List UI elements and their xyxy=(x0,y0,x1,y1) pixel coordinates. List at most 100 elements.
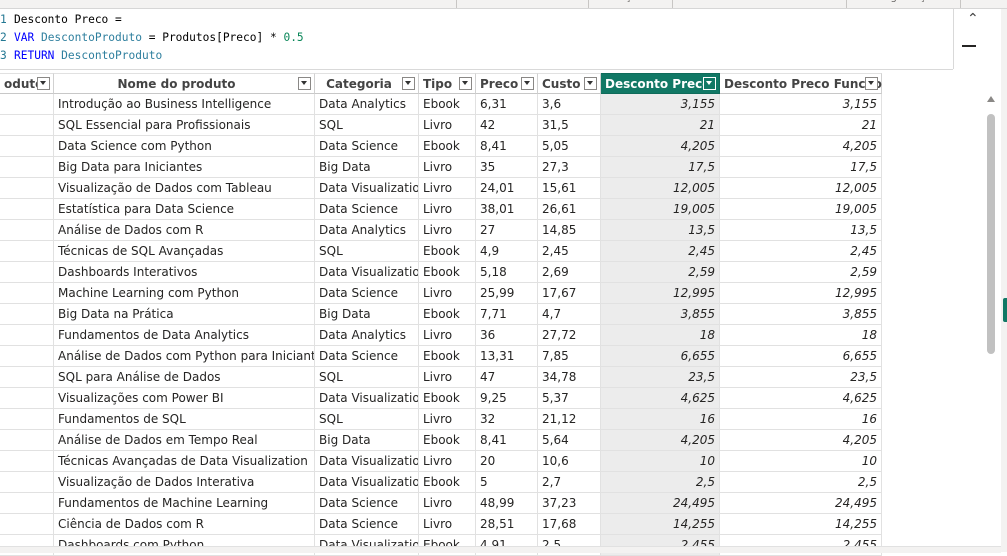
cell-preco[interactable]: 48,99 xyxy=(476,493,538,514)
cell-custo[interactable]: 27,72 xyxy=(538,325,601,346)
column-header-id[interactable]: oduto xyxy=(0,73,54,94)
cell-descontoFuncao[interactable]: 21 xyxy=(720,115,882,136)
cell-nome[interactable]: Visualizações com Power BI xyxy=(54,388,315,409)
filter-dropdown-icon[interactable] xyxy=(584,77,597,90)
cell-nome[interactable]: Ciência de Dados com R xyxy=(54,514,315,535)
cell-desconto[interactable]: 10 xyxy=(601,451,720,472)
cell-desconto[interactable]: 6,655 xyxy=(601,346,720,367)
cell-preco[interactable]: 6,31 xyxy=(476,94,538,115)
cell-id[interactable] xyxy=(0,241,54,262)
table-row[interactable]: Técnicas de SQL Avançadas SQL Ebook 4,9 2,45… xyxy=(0,241,882,262)
cell-id[interactable] xyxy=(0,367,54,388)
cell-preco[interactable]: 5,18 xyxy=(476,262,538,283)
cell-tipo[interactable]: Livro xyxy=(419,178,476,199)
cell-desconto[interactable]: 3,855 xyxy=(601,304,720,325)
cell-custo[interactable]: 14,85 xyxy=(538,220,601,241)
table-row[interactable]: SQL Essencial para Profissionais SQL Livro… xyxy=(0,115,882,136)
table-row[interactable]: Visualizações com Power BI Data Visualiza… xyxy=(0,388,882,409)
cell-categoria[interactable]: Data Science xyxy=(315,199,419,220)
cell-id[interactable] xyxy=(0,388,54,409)
cell-descontoFuncao[interactable]: 3,855 xyxy=(720,304,882,325)
column-header-tipo[interactable]: Tipo xyxy=(419,73,476,94)
cell-preco[interactable]: 25,99 xyxy=(476,283,538,304)
cell-desconto[interactable]: 13,5 xyxy=(601,220,720,241)
cell-nome[interactable]: SQL para Análise de Dados xyxy=(54,367,315,388)
cell-id[interactable] xyxy=(0,409,54,430)
table-row[interactable]: Big Data para Iniciantes Big Data Livro 35 2… xyxy=(0,157,882,178)
cell-tipo[interactable]: Ebook xyxy=(419,304,476,325)
cell-custo[interactable]: 4,7 xyxy=(538,304,601,325)
table-row[interactable]: Estatística para Data Science Data Scienc… xyxy=(0,199,882,220)
table-row[interactable]: Dashboards Interativos Data Visualization… xyxy=(0,262,882,283)
cell-preco[interactable]: 20 xyxy=(476,451,538,472)
ribbon-item[interactable]: Segurança xyxy=(878,0,931,3)
table-row[interactable]: Visualização de Dados com Tableau Data Vi… xyxy=(0,178,882,199)
cell-categoria[interactable]: Data Visualization xyxy=(315,262,419,283)
code-line[interactable]: 3 RETURN DescontoProduto xyxy=(0,47,162,65)
cell-tipo[interactable]: Ebook xyxy=(419,136,476,157)
cell-tipo[interactable]: Livro xyxy=(419,409,476,430)
cell-desconto[interactable]: 2,45 xyxy=(601,241,720,262)
cell-desconto[interactable]: 16 xyxy=(601,409,720,430)
cell-custo[interactable]: 7,85 xyxy=(538,346,601,367)
filter-dropdown-icon[interactable] xyxy=(865,77,878,90)
cell-custo[interactable]: 27,3 xyxy=(538,157,601,178)
cell-id[interactable] xyxy=(0,94,54,115)
cell-desconto[interactable]: 4,625 xyxy=(601,388,720,409)
cell-id[interactable] xyxy=(0,430,54,451)
cell-tipo[interactable]: Ebook xyxy=(419,94,476,115)
code-line[interactable]: 2 VAR DescontoProduto = Produtos[Preco] *… xyxy=(0,29,304,47)
cell-preco[interactable]: 13,31 xyxy=(476,346,538,367)
chevron-up-icon[interactable]: ⌃ xyxy=(967,11,979,27)
cell-desconto[interactable]: 4,205 xyxy=(601,430,720,451)
cell-descontoFuncao[interactable]: 24,495 xyxy=(720,493,882,514)
cell-categoria[interactable]: SQL xyxy=(315,115,419,136)
column-header-descontoFuncao[interactable]: Desconto Preco Funcao xyxy=(720,73,882,94)
cell-nome[interactable]: Estatística para Data Science xyxy=(54,199,315,220)
cell-id[interactable] xyxy=(0,157,54,178)
cell-custo[interactable]: 15,61 xyxy=(538,178,601,199)
ribbon-item[interactable]: Dados xyxy=(212,0,244,3)
cell-desconto[interactable]: 24,495 xyxy=(601,493,720,514)
cell-custo[interactable]: 26,61 xyxy=(538,199,601,220)
cell-categoria[interactable]: Data Science xyxy=(315,514,419,535)
column-header-nome[interactable]: Nome do produto xyxy=(54,73,315,94)
cell-descontoFuncao[interactable]: 16 xyxy=(720,409,882,430)
cell-tipo[interactable]: Livro xyxy=(419,451,476,472)
cell-tipo[interactable]: Ebook xyxy=(419,262,476,283)
cell-nome[interactable]: Introdução ao Business Intelligence xyxy=(54,94,315,115)
cell-categoria[interactable]: Data Visualization xyxy=(315,451,419,472)
cell-id[interactable] xyxy=(0,304,54,325)
cell-id[interactable] xyxy=(0,451,54,472)
scroll-thumb[interactable] xyxy=(987,114,995,354)
cell-desconto[interactable]: 2,59 xyxy=(601,262,720,283)
cell-desconto[interactable]: 17,5 xyxy=(601,157,720,178)
cell-categoria[interactable]: Data Visualization xyxy=(315,178,419,199)
code-line[interactable]: 1 Desconto Preco = xyxy=(0,11,122,29)
cell-nome[interactable]: Data Science com Python xyxy=(54,136,315,157)
cell-desconto[interactable]: 2,5 xyxy=(601,472,720,493)
cell-nome[interactable]: Big Data na Prática xyxy=(54,304,315,325)
cell-tipo[interactable]: Livro xyxy=(419,283,476,304)
cell-categoria[interactable]: Data Science xyxy=(315,493,419,514)
cell-custo[interactable]: 5,64 xyxy=(538,430,601,451)
vertical-scrollbar[interactable] xyxy=(986,96,996,546)
cell-categoria[interactable]: Big Data xyxy=(315,304,419,325)
cell-categoria[interactable]: Data Analytics xyxy=(315,220,419,241)
cell-custo[interactable]: 5,05 xyxy=(538,136,601,157)
filter-dropdown-icon[interactable] xyxy=(402,77,415,90)
cell-tipo[interactable]: Ebook xyxy=(419,241,476,262)
cell-descontoFuncao[interactable]: 13,5 xyxy=(720,220,882,241)
cell-preco[interactable]: 28,51 xyxy=(476,514,538,535)
cell-categoria[interactable]: SQL xyxy=(315,241,419,262)
cell-preco[interactable]: 24,01 xyxy=(476,178,538,199)
column-header-categoria[interactable]: Categoria xyxy=(315,73,419,94)
cell-tipo[interactable]: Livro xyxy=(419,115,476,136)
cell-descontoFuncao[interactable]: 4,205 xyxy=(720,136,882,157)
cell-desconto[interactable]: 3,155 xyxy=(601,94,720,115)
cell-custo[interactable]: 2,69 xyxy=(538,262,601,283)
table-row[interactable]: Ciência de Dados com R Data Science Livro 2… xyxy=(0,514,882,535)
formula-editor[interactable]: 1 Desconto Preco = 2 VAR DescontoProduto = … xyxy=(0,9,953,70)
cell-nome[interactable]: Fundamentos de Machine Learning xyxy=(54,493,315,514)
ribbon-item[interactable]: Cálculos xyxy=(734,0,776,3)
